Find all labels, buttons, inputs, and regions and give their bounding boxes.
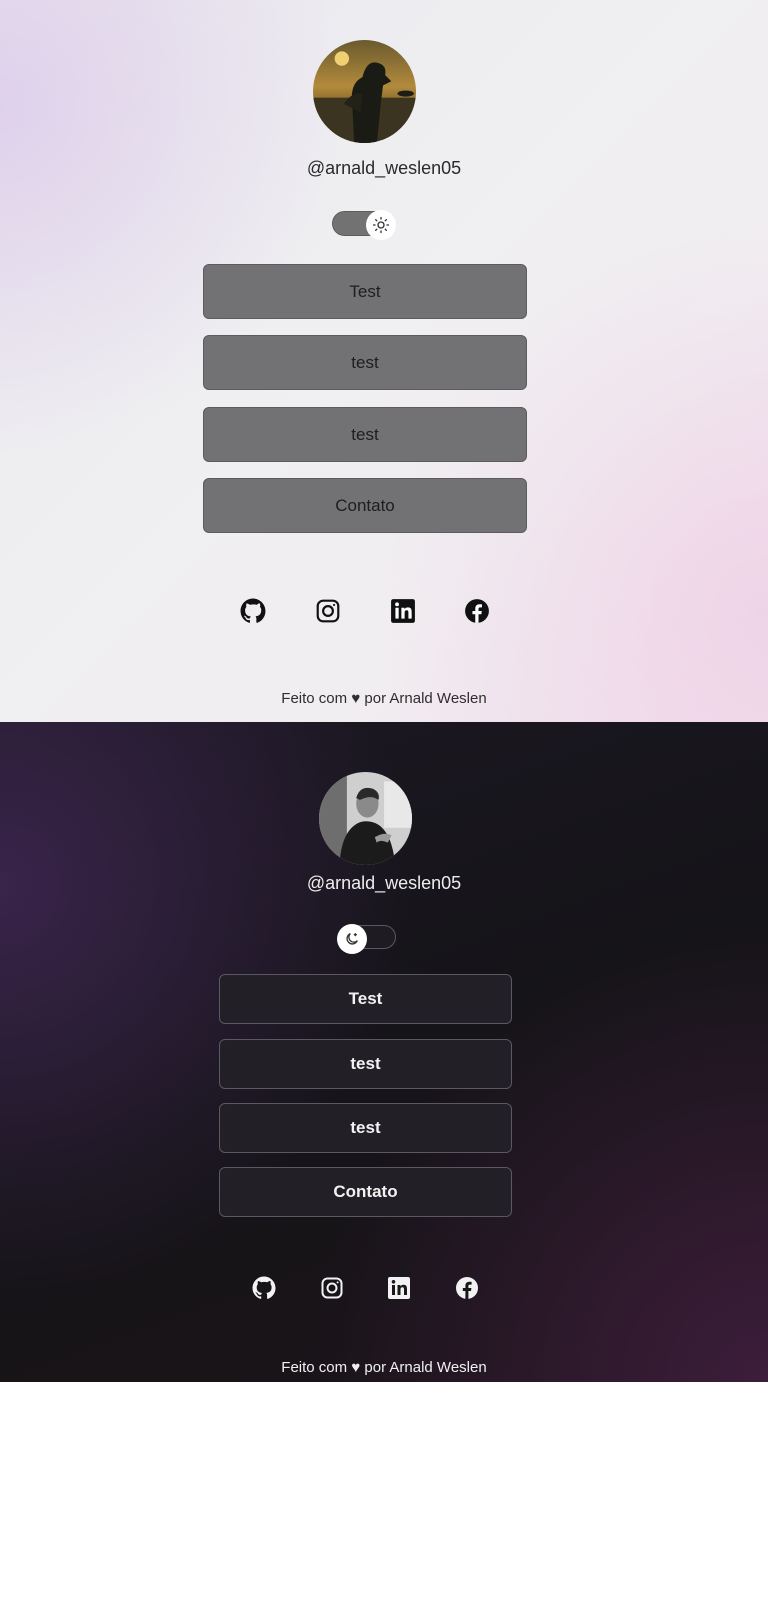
link-button-test-2[interactable]: test xyxy=(219,1039,512,1089)
instagram-icon[interactable] xyxy=(320,1276,344,1300)
moon-icon xyxy=(337,924,367,954)
username: @arnald_weslen05 xyxy=(306,873,462,893)
footer-credit: Feito com ♥ por Arnald Weslen xyxy=(281,1359,487,1376)
linkedin-icon[interactable] xyxy=(390,598,416,624)
avatar xyxy=(319,772,412,865)
link-button-test-2[interactable]: test xyxy=(203,335,527,390)
sun-icon xyxy=(366,210,396,240)
facebook-icon[interactable] xyxy=(455,1276,479,1300)
dark-theme-page: @arnald_weslen05 Test test test Contato … xyxy=(0,722,768,1382)
footer-credit: Feito com ♥ por Arnald Weslen xyxy=(281,690,487,707)
light-theme-page: @arnald_weslen05 Test test test Contato … xyxy=(0,0,768,722)
facebook-icon[interactable] xyxy=(464,598,490,624)
link-button-test-3[interactable]: test xyxy=(203,407,527,462)
link-button-contato[interactable]: Contato xyxy=(219,1167,512,1217)
github-icon[interactable] xyxy=(252,1276,276,1300)
theme-toggle[interactable] xyxy=(332,210,396,240)
avatar xyxy=(313,40,416,143)
link-button-test[interactable]: Test xyxy=(203,264,527,319)
github-icon[interactable] xyxy=(240,598,266,624)
instagram-icon[interactable] xyxy=(315,598,341,624)
linkedin-icon[interactable] xyxy=(387,1276,411,1300)
link-button-test[interactable]: Test xyxy=(219,974,512,1024)
link-button-contato[interactable]: Contato xyxy=(203,478,527,533)
link-button-test-3[interactable]: test xyxy=(219,1103,512,1153)
theme-toggle[interactable] xyxy=(337,924,396,954)
blank-area xyxy=(0,1382,768,1600)
username: @arnald_weslen05 xyxy=(306,158,462,178)
